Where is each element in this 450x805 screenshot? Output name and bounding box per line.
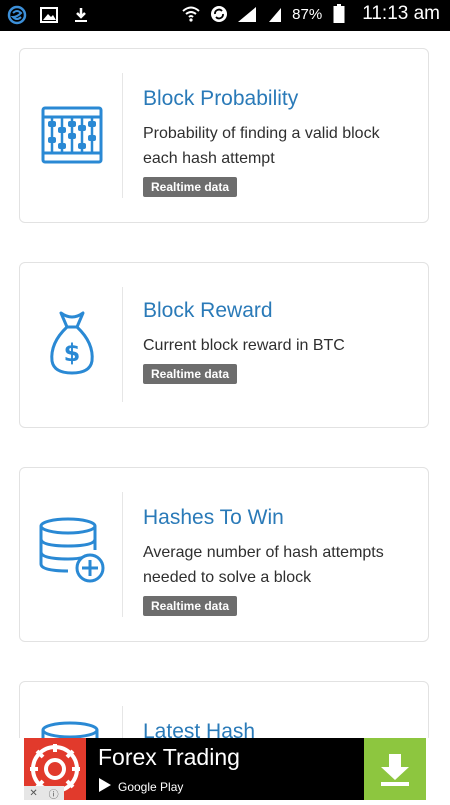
play-store-icon bbox=[98, 777, 112, 796]
info-icon[interactable]: ⓘ bbox=[49, 786, 59, 801]
card-title[interactable]: Block Probability bbox=[143, 87, 408, 111]
close-icon[interactable]: ✕ bbox=[29, 788, 37, 799]
ad-banner[interactable]: Forex Trading Google Play ✕ ⓘ bbox=[24, 738, 426, 801]
card-title[interactable]: Hashes To Win bbox=[143, 506, 408, 530]
signal-icon bbox=[236, 3, 258, 25]
ad-choices[interactable]: ✕ ⓘ bbox=[24, 786, 64, 801]
money-bag-icon: $ bbox=[38, 309, 106, 377]
ad-download-button[interactable] bbox=[364, 738, 426, 800]
image-icon bbox=[38, 4, 60, 26]
battery-percent: 87% bbox=[292, 5, 323, 23]
abacus-icon bbox=[38, 101, 106, 169]
signal-icon bbox=[264, 3, 286, 25]
card-block-probability[interactable]: Block Probability Probability of finding… bbox=[19, 48, 429, 223]
realtime-badge: Realtime data bbox=[143, 364, 238, 384]
card-description: Probability of finding a valid block eac… bbox=[143, 125, 380, 167]
ad-title[interactable]: Forex Trading bbox=[98, 744, 240, 771]
wifi-icon bbox=[180, 3, 202, 25]
database-add-icon bbox=[38, 516, 106, 584]
svg-text:$: $ bbox=[64, 339, 81, 367]
card-divider bbox=[122, 73, 123, 198]
card-description: Current block reward in BTC bbox=[143, 337, 345, 354]
realtime-badge: Realtime data bbox=[143, 177, 238, 197]
card-title[interactable]: Latest Hash bbox=[143, 720, 408, 738]
sync-icon bbox=[208, 3, 230, 25]
clock: 11:13 am bbox=[362, 3, 440, 24]
card-title[interactable]: Block Reward bbox=[143, 299, 408, 323]
ad-store-label: Google Play bbox=[118, 779, 184, 794]
status-bar: 87% 11:13 am bbox=[0, 0, 450, 31]
realtime-badge: Realtime data bbox=[143, 596, 238, 616]
main-content[interactable]: Block Probability Probability of finding… bbox=[0, 31, 450, 738]
battery-icon bbox=[328, 3, 350, 25]
card-hashes-to-win[interactable]: Hashes To Win Average number of hash att… bbox=[19, 467, 429, 642]
ad-store[interactable]: Google Play bbox=[98, 777, 183, 796]
download-icon bbox=[381, 754, 409, 786]
download-icon bbox=[70, 4, 92, 26]
card-divider bbox=[122, 706, 123, 738]
card-divider bbox=[122, 492, 123, 617]
card-latest-hash[interactable]: Latest Hash bbox=[19, 681, 429, 738]
card-block-reward[interactable]: $ Block Reward Current block reward in B… bbox=[19, 262, 429, 428]
database-icon bbox=[38, 716, 106, 738]
card-divider bbox=[122, 287, 123, 402]
card-description: Average number of hash attempts needed t… bbox=[143, 544, 384, 586]
app-s-icon bbox=[6, 4, 28, 26]
